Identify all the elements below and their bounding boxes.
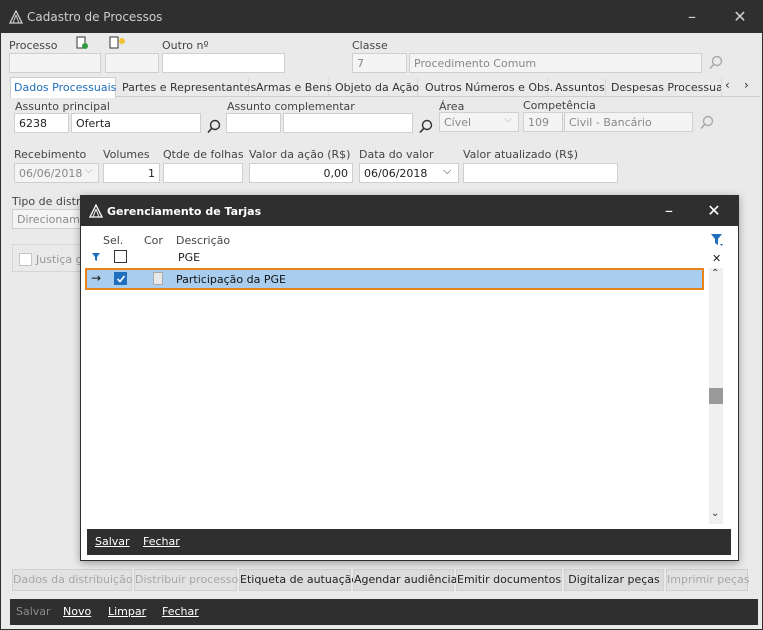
- recebimento-chevron-down-icon[interactable]: ⌵: [85, 165, 93, 176]
- classe-label: Classe: [352, 39, 388, 52]
- assunto-complementar-code-input[interactable]: [226, 113, 281, 133]
- processo-number-input[interactable]: [9, 53, 101, 73]
- minimize-button[interactable]: –: [682, 7, 702, 27]
- main-window: Cadastro de Processos – ✕ Processo Outro…: [0, 0, 763, 630]
- grid-header: Sel. Cor Descrição: [87, 232, 709, 248]
- tarjas-grid: Sel. Cor Descrição PGE → Participação da…: [85, 232, 709, 524]
- processo-label: Processo: [9, 39, 58, 52]
- distribuir-processo-button[interactable]: Distribuir processo: [134, 569, 238, 591]
- outro-label: Outro nº: [162, 39, 209, 52]
- grid-filter-row: PGE: [87, 248, 709, 266]
- assunto-principal-label: Assunto principal: [15, 100, 110, 113]
- data-valor-label: Data do valor: [359, 148, 434, 161]
- assunto-complementar-desc-input[interactable]: [283, 113, 413, 133]
- dialog-salvar-button[interactable]: Salvar: [95, 535, 130, 548]
- emitir-documentos-button[interactable]: Emitir documentos: [456, 569, 562, 591]
- footer-bar: Salvar Novo Limpar Fechar: [10, 599, 758, 625]
- scroll-up-icon[interactable]: ⌃: [711, 268, 719, 279]
- filter-icon: [92, 253, 100, 261]
- dialog-minimize-button[interactable]: –: [659, 201, 679, 221]
- tarjas-dialog: Gerenciamento de Tarjas – ✕ Sel. Cor Des…: [80, 195, 739, 561]
- processo-suffix-input[interactable]: [105, 53, 159, 73]
- agendar-audiencia-button[interactable]: Agendar audiência: [353, 569, 457, 591]
- scroll-thumb[interactable]: [709, 388, 723, 404]
- grid-vertical-scrollbar[interactable]: ⌃ ⌄: [709, 268, 723, 524]
- current-row-arrow-icon: →: [91, 271, 102, 285]
- valor-acao-label: Valor da ação (R$): [249, 148, 351, 161]
- tab-partes-representantes[interactable]: Partes e Representantes: [119, 78, 256, 97]
- novo-button[interactable]: Novo: [63, 605, 91, 618]
- qtde-folhas-label: Qtde de folhas: [163, 148, 244, 161]
- competencia-label: Competência: [523, 99, 596, 112]
- remove-filter-icon[interactable]: ✕: [712, 252, 721, 265]
- recebimento-label: Recebimento: [14, 148, 87, 161]
- competencia-search-icon[interactable]: [699, 115, 715, 131]
- assunto-principal-code-input[interactable]: 6238: [14, 113, 69, 133]
- digitalizar-pecas-button[interactable]: Digitalizar peças: [564, 569, 664, 591]
- action-bar: Dados da distribuição Distribuir process…: [10, 569, 750, 591]
- qtde-folhas-input[interactable]: [163, 163, 243, 183]
- tab-despesas-processuais[interactable]: Despesas Processuais: [608, 78, 722, 97]
- dados-distribuicao-button[interactable]: Dados da distribuição: [12, 569, 133, 591]
- classe-search-icon[interactable]: [708, 55, 724, 71]
- limpar-button[interactable]: Limpar: [108, 605, 146, 618]
- tipo-distribuicao-label: Tipo de distri: [12, 195, 84, 208]
- assunto-principal-search-icon[interactable]: [206, 119, 222, 135]
- tab-outros-numeros[interactable]: Outros Números e Obs.: [422, 78, 553, 97]
- col-descricao-header[interactable]: Descrição: [176, 234, 230, 247]
- dialog-fechar-button[interactable]: Fechar: [143, 535, 180, 548]
- valor-atualizado-label: Valor atualizado (R$): [463, 148, 579, 161]
- row-select-checkbox[interactable]: [114, 272, 127, 285]
- tipo-distribuicao-select[interactable]: Direcioname: [12, 209, 84, 229]
- classe-code-input[interactable]: 7: [352, 53, 407, 73]
- dialog-logo-icon: [89, 204, 103, 218]
- tab-scroll-left-icon[interactable]: ‹: [725, 78, 730, 92]
- table-row[interactable]: → Participação da PGE: [85, 268, 704, 290]
- col-sel-header[interactable]: Sel.: [103, 234, 123, 247]
- fechar-button[interactable]: Fechar: [162, 605, 199, 618]
- note-icon[interactable]: [109, 36, 125, 50]
- tab-armas-bens[interactable]: Armas e Bens: [253, 78, 332, 97]
- checkmark-icon: [116, 275, 126, 283]
- valor-atualizado-input[interactable]: [463, 163, 618, 183]
- etiqueta-autuacao-button[interactable]: Etiqueta de autuação: [239, 569, 358, 591]
- new-document-icon[interactable]: [75, 36, 89, 50]
- tab-strip: Dados Processuais Partes e Representante…: [10, 77, 760, 98]
- area-chevron-down-icon[interactable]: ⌵: [504, 114, 512, 125]
- data-valor-chevron-down-icon[interactable]: ⌵: [443, 164, 451, 178]
- col-cor-header[interactable]: Cor: [144, 234, 163, 247]
- close-button[interactable]: ✕: [730, 7, 750, 27]
- competencia-desc-input[interactable]: Civil - Bancário: [564, 112, 693, 132]
- filter-select-all-checkbox[interactable]: [114, 250, 127, 263]
- justica-gratuita-checkbox[interactable]: [19, 253, 32, 266]
- clear-filter-icon[interactable]: [710, 233, 724, 247]
- assunto-complementar-label: Assunto complementar: [227, 100, 355, 113]
- imprimir-pecas-button[interactable]: Imprimir peças: [666, 569, 750, 591]
- assunto-complementar-search-icon[interactable]: [418, 119, 434, 135]
- window-title: Cadastro de Processos: [27, 10, 163, 24]
- volumes-input[interactable]: 1: [103, 163, 160, 183]
- competencia-code-input[interactable]: 109: [523, 112, 563, 132]
- volumes-label: Volumes: [103, 148, 150, 161]
- app-logo-icon: [9, 10, 23, 24]
- classe-desc-input[interactable]: Procedimento Comum: [409, 53, 702, 73]
- dialog-close-button[interactable]: ✕: [704, 201, 724, 221]
- filter-descricao-input[interactable]: PGE: [178, 251, 200, 264]
- tarjas-dialog-title-bar: Gerenciamento de Tarjas – ✕: [81, 196, 738, 226]
- title-bar: Cadastro de Processos – ✕: [1, 1, 762, 33]
- valor-acao-input[interactable]: 0,00: [249, 163, 353, 183]
- tab-assuntos[interactable]: Assuntos: [552, 78, 606, 97]
- tab-objeto-acao[interactable]: Objeto da Ação: [332, 78, 419, 97]
- tab-scroll-right-icon[interactable]: ›: [744, 78, 749, 92]
- justica-gratuita-label: Justiça g: [36, 253, 83, 266]
- assunto-principal-desc-input[interactable]: Oferta: [71, 113, 201, 133]
- salvar-button[interactable]: Salvar: [16, 605, 51, 618]
- tab-dados-processuais[interactable]: Dados Processuais: [10, 77, 116, 98]
- dialog-footer-bar: Salvar Fechar: [87, 529, 731, 555]
- row-descricao: Participação da PGE: [176, 273, 286, 286]
- row-color-swatch[interactable]: [153, 272, 163, 285]
- tarjas-dialog-title: Gerenciamento de Tarjas: [107, 205, 262, 218]
- scroll-down-icon[interactable]: ⌄: [711, 508, 719, 519]
- outro-numero-input[interactable]: [162, 53, 285, 73]
